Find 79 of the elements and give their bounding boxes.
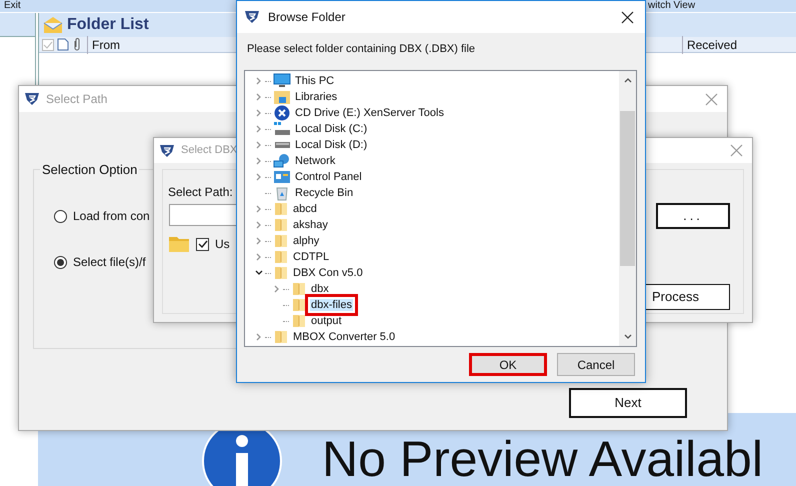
column-header[interactable]: Received xyxy=(682,36,737,54)
expand-chevron-icon[interactable] xyxy=(255,221,263,229)
folder-icon xyxy=(168,236,190,252)
radio-button[interactable] xyxy=(54,256,67,268)
tree-item[interactable]: CD Drive (E:) XenServer Tools xyxy=(294,106,445,119)
tree-item[interactable]: akshay xyxy=(292,218,329,231)
drive-icon xyxy=(273,121,291,137)
next-button[interactable]: Next xyxy=(569,388,687,418)
tree-item[interactable]: Local Disk (C:) xyxy=(294,122,368,135)
document-icon xyxy=(57,38,69,51)
select-path-label: Select Path: xyxy=(168,184,233,201)
folder-icon xyxy=(273,233,289,249)
radio-label: Select file(s)/f xyxy=(73,254,146,271)
network-globe-icon xyxy=(273,153,291,169)
shield-logo-icon xyxy=(244,10,260,24)
expand-chevron-icon[interactable] xyxy=(255,93,263,101)
tree-item[interactable]: Control Panel xyxy=(294,170,363,183)
envelope-icon xyxy=(43,16,63,34)
tree-item[interactable]: dbx-files xyxy=(310,298,353,311)
tree-item[interactable]: Recycle Bin xyxy=(294,186,354,199)
scrollbar[interactable] xyxy=(619,71,636,346)
dialog-button[interactable]: OK xyxy=(469,353,547,376)
folder-icon xyxy=(273,265,289,281)
folder-icon xyxy=(273,249,289,265)
expand-chevron-icon[interactable] xyxy=(255,205,263,213)
tree-item[interactable]: DBX Con v5.0 xyxy=(292,266,364,279)
radio-button[interactable] xyxy=(54,210,67,222)
paperclip-icon xyxy=(72,38,82,51)
tree-item[interactable]: CDTPL xyxy=(292,250,330,263)
scroll-thumb[interactable] xyxy=(620,111,635,266)
no-preview-message: No Preview Availabl xyxy=(322,430,763,486)
expand-chevron-icon[interactable] xyxy=(255,173,263,181)
tree-item[interactable]: dbx xyxy=(310,282,330,295)
expand-chevron-icon[interactable] xyxy=(255,141,263,149)
browse-button[interactable]: ... xyxy=(656,203,730,229)
folder-icon xyxy=(273,217,289,233)
x-disc-icon xyxy=(273,105,291,121)
expand-chevron-icon[interactable] xyxy=(255,125,263,133)
exit-menu[interactable]: Exit xyxy=(4,0,21,12)
tree-item[interactable]: Network xyxy=(294,154,336,167)
folder-icon xyxy=(291,297,307,313)
tree-item[interactable]: Libraries xyxy=(294,90,338,103)
close-icon[interactable] xyxy=(621,10,634,24)
window-title: Select DBX xyxy=(181,143,238,158)
expand-chevron-icon[interactable] xyxy=(255,109,263,117)
expand-chevron-icon[interactable] xyxy=(273,285,281,293)
dialog-button[interactable]: Cancel xyxy=(557,353,635,376)
tree-item[interactable]: Local Disk (D:) xyxy=(294,138,368,151)
switch-view-menu[interactable]: witch View xyxy=(648,0,696,12)
tree-item[interactable]: output xyxy=(310,314,343,327)
shield-logo-icon xyxy=(159,144,175,158)
folder-list-title: Folder List xyxy=(67,15,149,35)
folder-icon xyxy=(273,201,289,217)
checkmark-icon xyxy=(42,38,54,50)
monitor-icon xyxy=(273,73,291,89)
tree-item[interactable]: This PC xyxy=(294,74,336,87)
window-title: Select Path xyxy=(46,91,108,108)
window-title: Browse Folder xyxy=(268,9,346,26)
checkbox[interactable] xyxy=(196,238,209,250)
control-panel-icon xyxy=(273,169,291,185)
column-header[interactable]: From xyxy=(87,36,120,54)
library-folder-icon xyxy=(273,89,291,105)
checkbox-label: Us xyxy=(215,236,230,253)
tree-item[interactable]: abcd xyxy=(292,202,318,215)
tree-item[interactable]: alphy xyxy=(292,234,320,247)
expand-chevron-icon[interactable] xyxy=(255,237,263,245)
expand-chevron-icon[interactable] xyxy=(255,333,263,341)
collapse-chevron-icon[interactable] xyxy=(255,269,263,277)
expand-chevron-icon[interactable] xyxy=(255,157,263,165)
drive-icon xyxy=(273,141,291,149)
dialog-prompt: Please select folder containing DBX (.DBX) file xyxy=(246,42,476,57)
radio-label: Load from con xyxy=(73,208,150,225)
folder-icon xyxy=(291,313,307,329)
folder-icon xyxy=(291,281,307,297)
expand-chevron-icon[interactable] xyxy=(255,77,263,85)
folder-icon xyxy=(273,329,289,345)
shield-logo-icon xyxy=(24,92,40,106)
tree-item[interactable]: MBOX Converter 5.0 xyxy=(292,330,396,343)
expand-chevron-icon[interactable] xyxy=(255,253,263,261)
